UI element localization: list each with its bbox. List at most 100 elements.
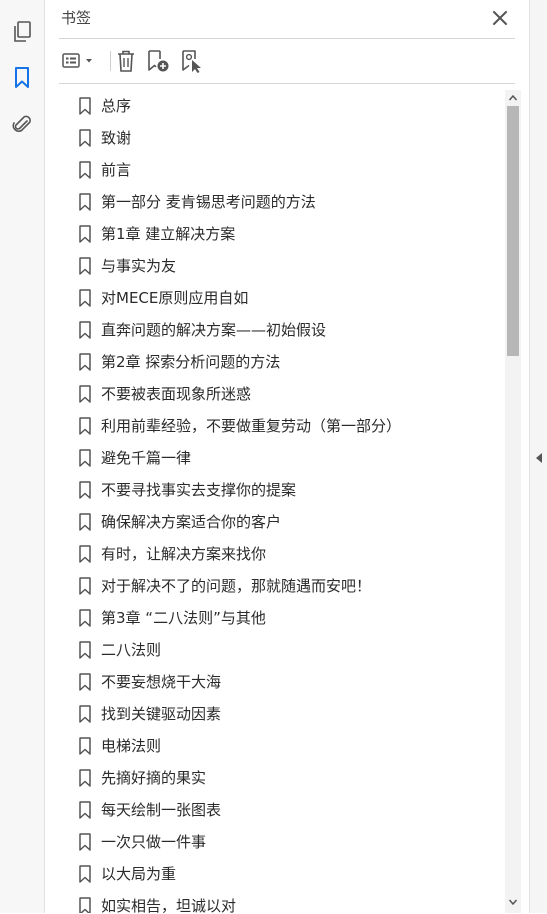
bookmark-item[interactable]: 总序 [45,90,505,122]
collapse-arrow-icon[interactable] [534,449,544,463]
bookmark-label: 不要寻找事实去支撑你的提案 [101,481,297,499]
bookmark-label: 电梯法则 [101,737,162,755]
bookmark-label: 不要被表面现象所迷惑 [101,385,252,403]
delete-bookmark-button[interactable] [113,46,139,76]
bookmark-label: 对MECE原则应用自如 [101,289,249,307]
new-bookmark-button[interactable] [145,46,171,76]
bookmark-item[interactable]: 不要被表面现象所迷惑 [45,378,505,410]
bookmark-item[interactable]: 电梯法则 [45,730,505,762]
bookmark-item[interactable]: 前言 [45,154,505,186]
bookmark-icon [78,417,92,435]
bookmark-item[interactable]: 直奔问题的解决方案——初始假设 [45,314,505,346]
scroll-down-icon[interactable] [505,894,521,910]
bookmark-label: 直奔问题的解决方案——初始假设 [101,321,327,339]
bookmark-item[interactable]: 以大局为重 [45,858,505,890]
collapse-strip[interactable] [529,0,547,913]
bookmark-label: 致谢 [101,129,132,147]
bookmark-item[interactable]: 对MECE原则应用自如 [45,282,505,314]
bookmark-icon [78,193,92,211]
bookmark-icon [78,161,92,179]
bookmark-item[interactable]: 利用前辈经验，不要做重复劳动（第一部分） [45,410,505,442]
bookmark-item[interactable]: 每天绘制一张图表 [45,794,505,826]
bookmark-icon [78,545,92,563]
bookmark-icon [78,833,92,851]
bookmark-icon [78,257,92,275]
panel-title: 书签 [61,9,92,27]
bookmarks-panel: 书签 总序 致谢 前言 第一部分 麦肯锡思考问题的方法 第1章 建立解决方案 与… [45,0,529,913]
divider [59,83,515,84]
scrollbar-thumb[interactable] [507,106,519,356]
bookmark-label: 第1章 建立解决方案 [101,225,236,243]
add-bookmark-icon [148,50,169,72]
bookmark-icon [78,705,92,723]
options-menu-button[interactable] [59,46,99,76]
bookmark-item[interactable]: 不要妄想烧干大海 [45,666,505,698]
bookmark-label: 前言 [101,161,132,179]
bookmark-icon [78,289,92,307]
bookmark-label: 不要妄想烧干大海 [101,673,222,691]
bookmark-list: 总序致谢前言第一部分 麦肯锡思考问题的方法 第1章 建立解决方案 与事实为友对MEC… [45,90,505,913]
bookmark-icon [78,577,92,595]
toolbar-divider [110,51,111,71]
attachments-icon[interactable] [8,110,36,138]
bookmark-item[interactable]: 致谢 [45,122,505,154]
bookmark-icon [78,353,92,371]
bookmark-label: 第2章 探索分析问题的方法 [101,353,281,371]
bookmark-item[interactable]: 不要寻找事实去支撑你的提案 [45,474,505,506]
bookmark-item[interactable]: 先摘好摘的果实 [45,762,505,794]
bookmark-label: 一次只做一件事 [101,833,207,851]
bookmark-item[interactable]: 第3章 “二八法则”与其他 [45,602,505,634]
bookmark-label: 先摘好摘的果实 [101,769,207,787]
bookmark-icon [78,449,92,467]
bookmark-label: 利用前辈经验，不要做重复劳动（第一部分） [101,417,402,435]
bookmark-item[interactable]: 第一部分 麦肯锡思考问题的方法 [45,186,505,218]
close-icon[interactable] [491,9,509,27]
bookmark-item[interactable]: 确保解决方案适合你的客户 [45,506,505,538]
navigation-rail [0,0,45,913]
bookmark-item[interactable]: 找到关键驱动因素 [45,698,505,730]
bookmark-item[interactable]: 避免千篇一律 [45,442,505,474]
bookmark-item[interactable]: 与事实为友 [45,250,505,282]
bookmark-icon [78,897,92,913]
bookmark-icon [78,641,92,659]
bookmark-item[interactable]: 第2章 探索分析问题的方法 [45,346,505,378]
pages-icon[interactable] [8,18,36,46]
bookmark-cursor-icon [182,50,201,73]
bookmark-toolbar [57,46,517,76]
bookmark-label: 找到关键驱动因素 [101,705,222,723]
bookmark-label: 与事实为友 [101,257,177,275]
bookmark-from-selection-button[interactable] [179,46,205,76]
bookmark-icon [78,609,92,627]
bookmark-label: 每天绘制一张图表 [101,801,222,819]
bookmark-label: 对于解决不了的问题，那就随遇而安吧！ [101,577,372,595]
bookmark-label: 确保解决方案适合你的客户 [101,513,282,531]
scroll-up-icon[interactable] [505,90,521,106]
bookmark-item[interactable]: 有时，让解决方案来找你 [45,538,505,570]
bookmark-label: 二八法则 [101,641,162,659]
bookmark-item[interactable]: 一次只做一件事 [45,826,505,858]
bookmark-icon [78,769,92,787]
scrollbar[interactable] [505,90,521,913]
trash-icon [118,50,134,72]
bookmark-icon [78,385,92,403]
bookmark-icon [78,481,92,499]
bookmark-label: 第一部分 麦肯锡思考问题的方法 [101,193,316,211]
bookmark-label: 如实相告，坦诚以对 [101,897,237,913]
bookmark-icon [78,225,92,243]
divider [59,38,515,39]
bookmarks-icon[interactable] [8,64,36,92]
bookmark-label: 避免千篇一律 [101,449,192,467]
bookmark-item[interactable]: 二八法则 [45,634,505,666]
bookmark-label: 以大局为重 [101,865,177,883]
bookmark-item[interactable]: 如实相告，坦诚以对 [45,890,505,913]
bookmark-icon [78,737,92,755]
bookmark-icon [78,673,92,691]
bookmark-icon [78,865,92,883]
bookmark-item[interactable]: 第1章 建立解决方案 [45,218,505,250]
bookmark-item[interactable]: 对于解决不了的问题，那就随遇而安吧！ [45,570,505,602]
bookmark-label: 有时，让解决方案来找你 [101,545,267,563]
bookmark-label: 总序 [101,97,132,115]
bookmark-icon [78,513,92,531]
bookmark-icon [78,97,92,115]
bookmark-icon [78,801,92,819]
